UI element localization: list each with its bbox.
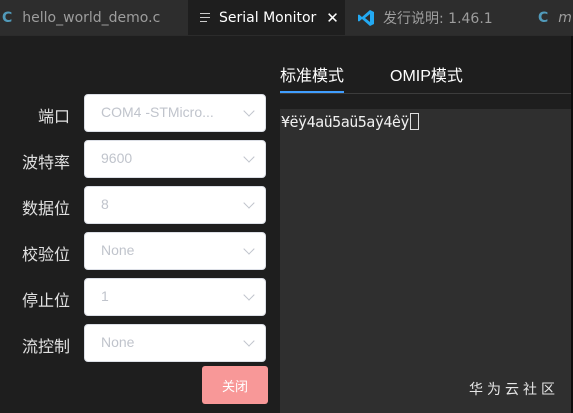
- mode-divider: [280, 93, 573, 94]
- text-cursor: [409, 113, 419, 130]
- flow-value: None: [101, 334, 135, 350]
- tab-label: Serial Monitor: [219, 9, 317, 26]
- parity-row: 校验位 None: [0, 232, 280, 272]
- port-label: 端口: [37, 107, 70, 126]
- baud-label: 波特率: [21, 153, 70, 172]
- c-file-icon: C: [2, 9, 13, 26]
- stopbits-value: 1: [101, 288, 109, 304]
- stopbits-select[interactable]: 1: [84, 278, 266, 316]
- c-file-icon: C: [538, 9, 549, 26]
- serial-output-line: ¥ëÿ4aü5aü5aÿ4êÿ: [281, 113, 419, 131]
- flow-label: 流控制: [21, 337, 70, 356]
- vscode-icon: [358, 9, 374, 26]
- close-icon[interactable]: ✕: [326, 9, 339, 27]
- chevron-down-icon: [243, 105, 255, 117]
- flow-row: 流控制 None: [0, 324, 280, 364]
- close-port-button[interactable]: 关闭: [202, 366, 268, 404]
- serial-settings-panel: 端口 COM4 -STMicro... 波特率 9600 数据位 8 校验位 N…: [0, 36, 280, 413]
- databits-value: 8: [101, 196, 109, 212]
- tab-serial-monitor[interactable]: Serial Monitor ✕: [188, 0, 345, 35]
- chevron-down-icon: [243, 151, 255, 163]
- active-tab-indicator: [280, 91, 344, 93]
- baud-row: 波特率 9600: [0, 140, 280, 180]
- lines-icon: [200, 12, 210, 24]
- chevron-down-icon: [243, 289, 255, 301]
- parity-select[interactable]: None: [84, 232, 266, 270]
- monitor-panel: 标准模式 OMIP模式 ¥ëÿ4aü5aü5aÿ4êÿ 华为云社区: [280, 36, 573, 413]
- stopbits-row: 停止位 1: [0, 278, 280, 318]
- baud-value: 9600: [101, 150, 133, 166]
- chevron-down-icon: [243, 335, 255, 347]
- databits-select[interactable]: 8: [84, 186, 266, 224]
- tab-label: 发行说明: 1.46.1: [383, 10, 493, 27]
- watermark: 华为云社区: [469, 382, 559, 398]
- serial-output-area[interactable]: ¥ëÿ4aü5aü5aÿ4êÿ 华为云社区: [280, 109, 573, 413]
- tab-omip-mode[interactable]: OMIP模式: [390, 62, 463, 86]
- stopbits-label: 停止位: [21, 291, 70, 310]
- tab-label: m: [558, 9, 572, 26]
- flow-select[interactable]: None: [84, 324, 266, 362]
- chevron-down-icon: [243, 243, 255, 255]
- chevron-down-icon: [243, 197, 255, 209]
- parity-label: 校验位: [21, 245, 70, 264]
- tab-standard-mode[interactable]: 标准模式: [280, 62, 344, 86]
- port-row: 端口 COM4 -STMicro...: [0, 94, 280, 134]
- editor-tab-bar: C hello_world_demo.c Serial Monitor ✕ 发行…: [0, 0, 573, 36]
- tab-c-file[interactable]: C m: [520, 0, 573, 35]
- tab-hello-world-demo[interactable]: C hello_world_demo.c: [0, 0, 188, 35]
- databits-row: 数据位 8: [0, 186, 280, 226]
- tab-release-notes[interactable]: 发行说明: 1.46.1: [345, 0, 520, 35]
- port-select[interactable]: COM4 -STMicro...: [84, 94, 266, 132]
- mode-tabs: 标准模式 OMIP模式: [280, 36, 573, 109]
- databits-label: 数据位: [21, 199, 70, 218]
- baud-select[interactable]: 9600: [84, 140, 266, 178]
- port-value: COM4 -STMicro...: [101, 104, 214, 120]
- tab-label: hello_world_demo.c: [22, 9, 161, 26]
- parity-value: None: [101, 242, 135, 258]
- serial-output-text: ¥ëÿ4aü5aü5aÿ4êÿ: [281, 113, 409, 131]
